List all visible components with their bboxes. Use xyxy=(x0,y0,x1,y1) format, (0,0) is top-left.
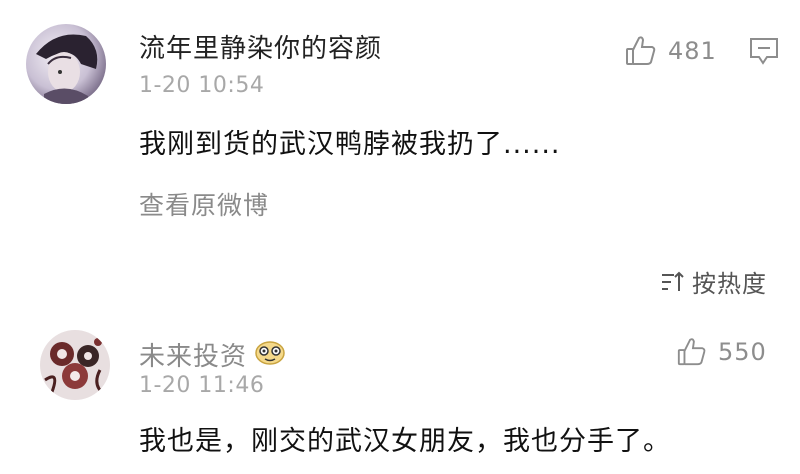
thumbs-up-icon xyxy=(676,336,708,368)
comment-icon[interactable] xyxy=(748,36,780,66)
avatar[interactable] xyxy=(26,24,106,104)
like-count: 550 xyxy=(718,338,767,366)
username[interactable]: 流年里静染你的容颜 xyxy=(139,28,382,65)
username[interactable]: 未来投资 xyxy=(139,336,247,373)
sort-label: 按热度 xyxy=(692,270,767,298)
comment-text: 我也是，刚交的武汉女朋友，我也分手了。 xyxy=(139,426,671,457)
like-count: 481 xyxy=(668,37,717,65)
member-badge-icon xyxy=(254,338,286,370)
view-original-link[interactable]: 查看原微博 xyxy=(139,186,269,222)
comment-text: 我刚到货的武汉鸭脖被我扔了...... xyxy=(139,129,561,160)
avatar[interactable] xyxy=(40,330,110,400)
timestamp: 1-20 11:46 xyxy=(139,373,265,398)
like-button[interactable]: 481 xyxy=(624,34,717,68)
sort-by-hot-button[interactable]: 按热度 xyxy=(660,264,767,299)
comment-screen: 流年里静染你的容颜 1-20 10:54 481 我刚到货的武汉鸭脖被我扔了..… xyxy=(0,0,800,474)
like-button[interactable]: 550 xyxy=(676,336,767,368)
thumbs-up-icon xyxy=(624,34,658,68)
timestamp: 1-20 10:54 xyxy=(139,73,265,98)
sort-icon xyxy=(660,269,686,295)
